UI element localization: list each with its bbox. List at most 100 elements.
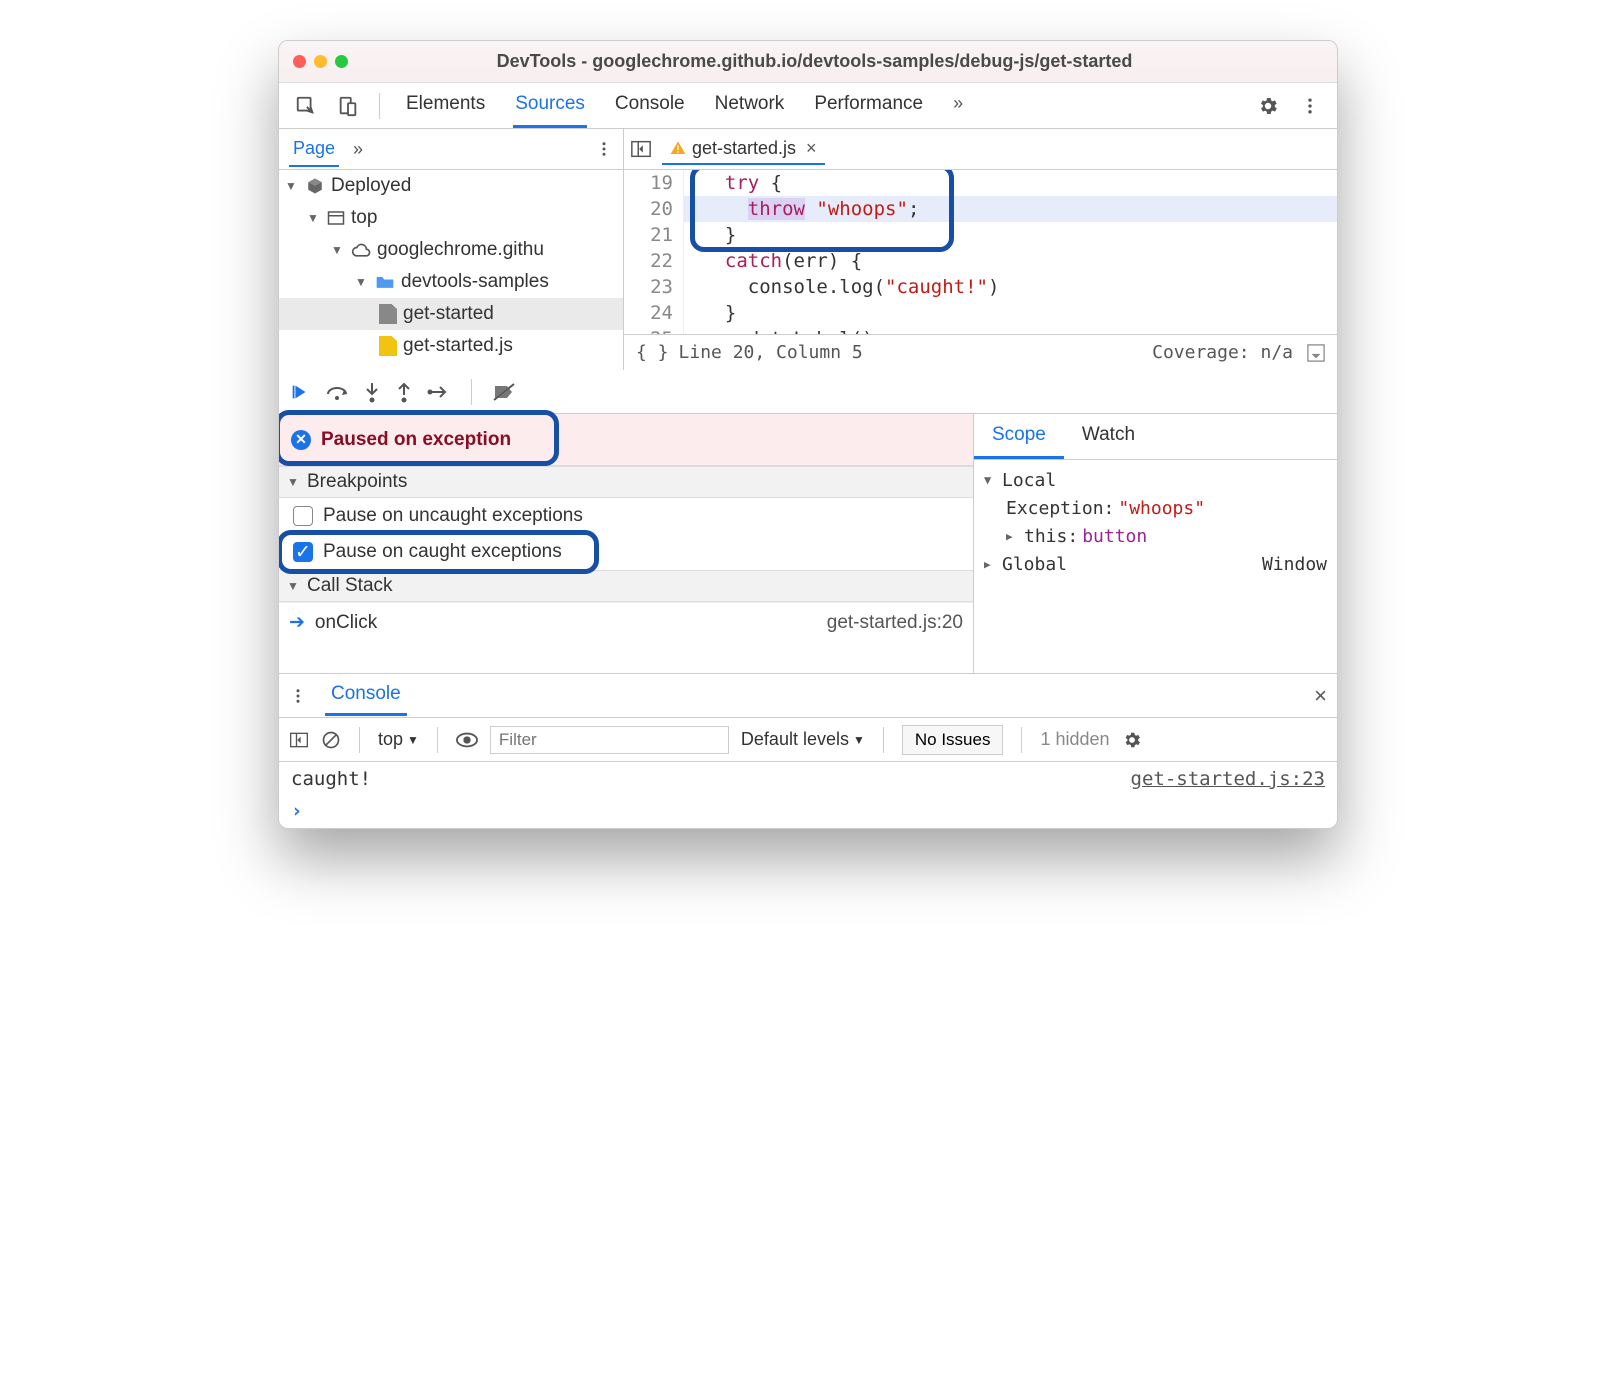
- tab-scope[interactable]: Scope: [974, 414, 1064, 459]
- drawer-tabbar: Console ×: [279, 674, 1337, 718]
- tree-deployed[interactable]: ▼ Deployed: [279, 170, 623, 202]
- navigator-kebab-icon[interactable]: [595, 140, 613, 158]
- divider: [359, 727, 360, 753]
- tree-label: top: [351, 207, 377, 229]
- context-selector[interactable]: top ▼: [378, 729, 419, 750]
- step-out-button[interactable]: [395, 381, 413, 403]
- document-icon: [379, 304, 397, 324]
- step-over-button[interactable]: [325, 382, 349, 402]
- minimize-window-button[interactable]: [314, 55, 327, 68]
- tab-watch[interactable]: Watch: [1064, 414, 1153, 459]
- hidden-count: 1 hidden: [1040, 729, 1109, 750]
- subtabs-overflow[interactable]: »: [353, 139, 363, 160]
- stack-location: get-started.js:20: [827, 612, 963, 634]
- live-expression-icon[interactable]: [456, 732, 478, 748]
- tree-domain[interactable]: ▼ googlechrome.githu: [279, 234, 623, 266]
- scope-value: "whoops": [1118, 498, 1205, 519]
- device-toolbar-icon[interactable]: [331, 89, 365, 123]
- js-document-icon: [379, 336, 397, 356]
- scope-label: Local: [1002, 470, 1056, 491]
- stack-function: onClick: [315, 612, 377, 634]
- checkbox-checked-icon[interactable]: ✓: [293, 542, 313, 562]
- pause-caught-checkbox-row[interactable]: ✓ Pause on caught exceptions: [279, 534, 973, 570]
- breakpoints-header[interactable]: ▼ Breakpoints: [279, 466, 973, 498]
- checkbox-unchecked-icon[interactable]: [293, 506, 313, 526]
- deactivate-breakpoints-button[interactable]: [492, 382, 516, 402]
- console-output[interactable]: caught! get-started.js:23 ›: [279, 762, 1337, 828]
- tab-sources[interactable]: Sources: [513, 83, 587, 128]
- maximize-window-button[interactable]: [335, 55, 348, 68]
- tree-folder[interactable]: ▼ devtools-samples: [279, 266, 623, 298]
- console-sidebar-toggle-icon[interactable]: [289, 731, 309, 749]
- tree-file-get-started-js[interactable]: get-started.js: [279, 330, 623, 362]
- devtools-window: DevTools - googlechrome.github.io/devtoo…: [278, 40, 1338, 829]
- toggle-navigator-icon[interactable]: [630, 139, 652, 159]
- divider: [437, 727, 438, 753]
- scope-panel: Scope Watch ▼Local Exception: "whoops" ▶…: [974, 414, 1337, 673]
- kebab-menu-icon[interactable]: [1293, 89, 1327, 123]
- scope-key: this:: [1024, 526, 1078, 547]
- tabs-overflow-button[interactable]: »: [951, 83, 965, 128]
- console-prompt[interactable]: ›: [291, 800, 1325, 822]
- close-drawer-icon[interactable]: ×: [1314, 683, 1327, 709]
- checkbox-label: Pause on uncaught exceptions: [323, 505, 583, 527]
- step-button[interactable]: [427, 383, 451, 401]
- cursor-position: Line 20, Column 5: [679, 342, 863, 363]
- pause-uncaught-checkbox-row[interactable]: Pause on uncaught exceptions: [279, 498, 973, 534]
- scope-local[interactable]: ▼Local: [984, 466, 1327, 494]
- paused-banner: ✕ Paused on exception: [279, 414, 973, 466]
- close-window-button[interactable]: [293, 55, 306, 68]
- scope-value: button: [1082, 526, 1147, 547]
- clear-console-icon[interactable]: [321, 730, 341, 750]
- frame-icon: [327, 210, 345, 226]
- scope-value: Window: [1262, 554, 1327, 575]
- code-lines[interactable]: try { throw "whoops"; } catch(err) { con…: [684, 170, 1337, 334]
- tab-console[interactable]: Console: [613, 83, 687, 128]
- paused-label: Paused on exception: [321, 429, 511, 451]
- debugger-panels: ✕ Paused on exception ▼ Breakpoints Paus…: [279, 414, 1337, 674]
- subtab-page[interactable]: Page: [289, 132, 339, 167]
- tab-elements[interactable]: Elements: [404, 83, 487, 128]
- code-editor[interactable]: 19202122232425 try { throw "whoops"; } c…: [624, 170, 1337, 370]
- scope-key: Exception:: [1006, 498, 1114, 519]
- folder-icon: [375, 274, 395, 290]
- no-issues-button[interactable]: No Issues: [902, 725, 1004, 755]
- line-gutter[interactable]: 19202122232425: [624, 170, 684, 334]
- callstack-frame[interactable]: ➔ onClick get-started.js:20: [279, 602, 973, 642]
- tab-performance[interactable]: Performance: [812, 83, 925, 128]
- debugger-left-panel: ✕ Paused on exception ▼ Breakpoints Paus…: [279, 414, 974, 673]
- console-settings-gear-icon[interactable]: [1122, 730, 1142, 750]
- debugger-toolbar: [279, 370, 1337, 414]
- filter-input[interactable]: [490, 726, 729, 754]
- drawer-kebab-icon[interactable]: [289, 687, 307, 705]
- log-source-link[interactable]: get-started.js:23: [1131, 768, 1325, 790]
- cube-icon: [305, 177, 325, 195]
- close-tab-icon[interactable]: ×: [806, 138, 817, 159]
- scope-this[interactable]: ▶ this: button: [984, 522, 1327, 550]
- collapse-icon[interactable]: [1307, 344, 1325, 362]
- traffic-lights: [293, 55, 348, 68]
- step-into-button[interactable]: [363, 381, 381, 403]
- inspect-element-icon[interactable]: [289, 89, 323, 123]
- callstack-header[interactable]: ▼ Call Stack: [279, 570, 973, 602]
- scope-exception: Exception: "whoops": [984, 494, 1327, 522]
- resume-button[interactable]: [289, 381, 311, 403]
- divider: [883, 727, 884, 753]
- tree-top[interactable]: ▼ top: [279, 202, 623, 234]
- settings-gear-icon[interactable]: [1251, 89, 1285, 123]
- drawer-tab-console[interactable]: Console: [325, 675, 407, 716]
- divider: [471, 379, 472, 405]
- log-message: caught!: [291, 768, 371, 790]
- section-label: Breakpoints: [307, 471, 407, 493]
- pretty-print-icon[interactable]: { }: [636, 342, 669, 363]
- editor-statusbar: { } Line 20, Column 5 Coverage: n/a: [624, 334, 1337, 370]
- tree-label: googlechrome.githu: [377, 239, 544, 261]
- tree-label: Deployed: [331, 175, 411, 197]
- tree-file-get-started[interactable]: get-started: [279, 298, 623, 330]
- levels-selector[interactable]: Default levels ▼: [741, 729, 865, 750]
- sources-content: ▼ Deployed ▼ top ▼ googlechrome.githu ▼ …: [279, 170, 1337, 370]
- file-tab-get-started-js[interactable]: get-started.js ×: [662, 134, 825, 165]
- tab-network[interactable]: Network: [713, 83, 787, 128]
- console-toolbar: top ▼ Default levels ▼ No Issues 1 hidde…: [279, 718, 1337, 762]
- scope-global[interactable]: ▶ Global Window: [984, 550, 1327, 578]
